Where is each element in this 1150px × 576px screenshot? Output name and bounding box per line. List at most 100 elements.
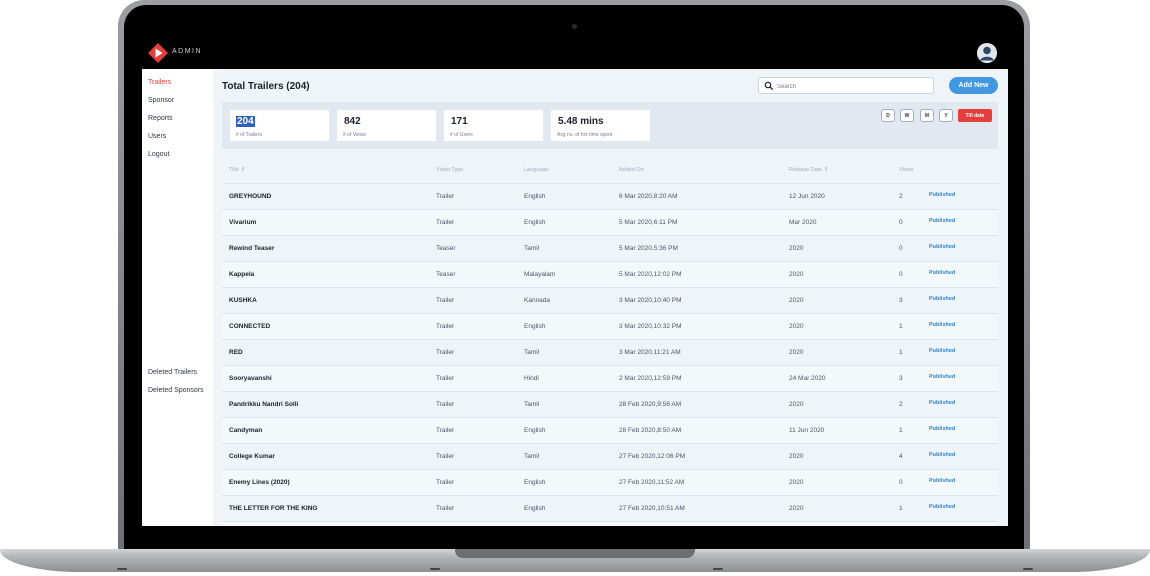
row-added-on: 28 Feb 2020,8:50 AM	[619, 427, 682, 434]
row-language: Tamil	[524, 245, 540, 252]
sidebar-item-trailers[interactable]: Trailers	[148, 79, 171, 86]
row-views: 0	[899, 479, 903, 486]
row-video-type: Trailer	[436, 453, 455, 460]
row-language: Tamil	[524, 401, 540, 408]
status-link[interactable]: Published	[929, 184, 955, 206]
row-added-on: 26 Feb 2020,10:54 AM	[619, 522, 685, 526]
column-header-release-date[interactable]: Release Date ⇕	[789, 158, 828, 183]
sidebar-item-users[interactable]: Users	[148, 133, 166, 140]
row-video-type: Trailer	[436, 375, 455, 382]
row-language: English	[524, 505, 546, 512]
row-added-on: 27 Feb 2020,10:51 AM	[619, 505, 685, 512]
status-link[interactable]: Published	[929, 262, 955, 284]
main-content: Total Trailers (204) Add New 204 # of Tr…	[213, 69, 1008, 526]
table-row[interactable]: CONNECTED Trailer English 3 Mar 2020,10:32 …	[222, 314, 998, 340]
row-views: 0	[899, 245, 903, 252]
row-release-date: 2020	[789, 401, 804, 408]
row-release-date: 2020	[789, 245, 804, 252]
row-title: Enemy Lines (2020)	[229, 479, 290, 486]
row-language: Tamil	[524, 349, 540, 356]
status-link[interactable]: Published	[929, 522, 955, 526]
table-row[interactable]: THE LETTER FOR THE KING Trailer English 27 …	[222, 496, 998, 522]
row-views: 2	[899, 522, 903, 526]
status-link[interactable]: Published	[929, 288, 955, 310]
table-row[interactable]: Vivarium Trailer English 5 Mar 2020,6:11 PM…	[222, 210, 998, 236]
row-added-on: 5 Mar 2020,12:02 PM	[619, 271, 682, 278]
user-icon	[977, 43, 997, 63]
status-link[interactable]: Published	[929, 210, 955, 232]
status-link[interactable]: Published	[929, 314, 955, 336]
stat-card-trailers: 204 # of Trailers	[229, 109, 330, 142]
range-month-button[interactable]: M	[920, 109, 934, 122]
range-week-button[interactable]: W	[900, 109, 914, 122]
row-views: 4	[899, 453, 903, 460]
laptop-base-notch	[455, 549, 695, 558]
status-link[interactable]: Published	[929, 470, 955, 492]
table-row[interactable]: RED Trailer Tamil 3 Mar 2020,11:21 AM 2020 1 P…	[222, 340, 998, 366]
search-input[interactable]	[775, 79, 929, 94]
status-link[interactable]: Published	[929, 496, 955, 518]
row-release-date: 2020	[789, 453, 804, 460]
table-header: Title ⇕ Video Type Language Added On Rel…	[222, 158, 998, 184]
row-language: Tamil	[524, 453, 540, 460]
row-views: 0	[899, 271, 903, 278]
user-avatar[interactable]	[977, 43, 997, 63]
row-video-type: Trailer	[436, 193, 455, 200]
row-language: English	[524, 219, 546, 226]
status-link[interactable]: Published	[929, 418, 955, 440]
row-added-on: 5 Mar 2020,6:11 PM	[619, 219, 678, 226]
screen: ADMIN Trailers Sponsor Reports Users Log…	[142, 36, 1008, 526]
row-release-date: 12 Jun 2020	[789, 193, 825, 200]
status-link[interactable]: Published	[929, 366, 955, 388]
add-new-button[interactable]: Add New	[949, 77, 998, 94]
table-row[interactable]: College Kumar Trailer Tamil 27 Feb 2020,12:…	[222, 444, 998, 470]
column-header-language: Language	[524, 167, 549, 173]
range-year-button[interactable]: Y	[939, 109, 953, 122]
row-video-type: Trailer	[436, 505, 455, 512]
row-release-date: 2020	[789, 349, 804, 356]
sidebar-item-deleted-sponsors[interactable]: Deleted Sponsors	[148, 387, 204, 394]
status-link[interactable]: Published	[929, 444, 955, 466]
sidebar-item-reports[interactable]: Reports	[148, 115, 173, 122]
status-link[interactable]: Published	[929, 340, 955, 362]
search-icon	[764, 81, 774, 91]
sidebar-item-deleted-trailers[interactable]: Deleted Trailers	[148, 369, 197, 376]
row-language: English	[524, 479, 546, 486]
row-release-date: 2020	[789, 323, 804, 330]
stat-value: 842	[344, 116, 361, 127]
table-row[interactable]: KUSHKA Trailer Kannada 3 Mar 2020,10:40 PM 2…	[222, 288, 998, 314]
row-title: Selfie Mummy Googl Daddy	[229, 522, 315, 526]
row-views: 1	[899, 323, 903, 330]
table-row[interactable]: Sooryavanshi Trailer Hindi 2 Mar 2020,12:59…	[222, 366, 998, 392]
search-box[interactable]	[758, 77, 934, 94]
table-row[interactable]: Pandrikku Nandri Solli Trailer Tamil 28 Feb…	[222, 392, 998, 418]
table-row[interactable]: Rewind Teaser Teaser Tamil 5 Mar 2020,5:36 …	[222, 236, 998, 262]
status-link[interactable]: Published	[929, 236, 955, 258]
sidebar-item-logout[interactable]: Logout	[148, 151, 169, 158]
row-added-on: 3 Mar 2020,10:40 PM	[619, 297, 682, 304]
row-views: 3	[899, 297, 903, 304]
page-title: Total Trailers (204)	[222, 81, 310, 92]
table-row[interactable]: Selfie Mummy Googl Daddy Trailer Telugu 26 …	[222, 522, 998, 526]
table-row[interactable]: Enemy Lines (2020) Trailer English 27 Feb 2…	[222, 470, 998, 496]
stat-value: 204	[236, 116, 255, 127]
laptop-foot	[117, 568, 127, 570]
sidebar-item-sponsor[interactable]: Sponsor	[148, 97, 174, 104]
row-title: RED	[229, 349, 243, 356]
column-header-title[interactable]: Title ⇕	[229, 158, 245, 183]
row-video-type: Trailer	[436, 323, 455, 330]
till-date-button[interactable]: Till date	[958, 109, 992, 122]
column-header-added-on: Added On	[619, 167, 644, 173]
range-day-button[interactable]: D	[881, 109, 895, 122]
play-logo-icon[interactable]	[147, 42, 169, 64]
table-row[interactable]: Candyman Trailer English 28 Feb 2020,8:50 A…	[222, 418, 998, 444]
row-release-date: 2020	[789, 479, 804, 486]
brand-label: ADMIN	[172, 48, 203, 55]
row-title: KUSHKA	[229, 297, 257, 304]
table-row[interactable]: Kappela Teaser Malayalam 5 Mar 2020,12:02 P…	[222, 262, 998, 288]
status-link[interactable]: Published	[929, 392, 955, 414]
table-row[interactable]: GREYHOUND Trailer English 6 Mar 2020,8:20 A…	[222, 184, 998, 210]
row-language: English	[524, 323, 546, 330]
row-added-on: 6 Mar 2020,8:20 AM	[619, 193, 678, 200]
row-language: Malayalam	[524, 271, 556, 278]
